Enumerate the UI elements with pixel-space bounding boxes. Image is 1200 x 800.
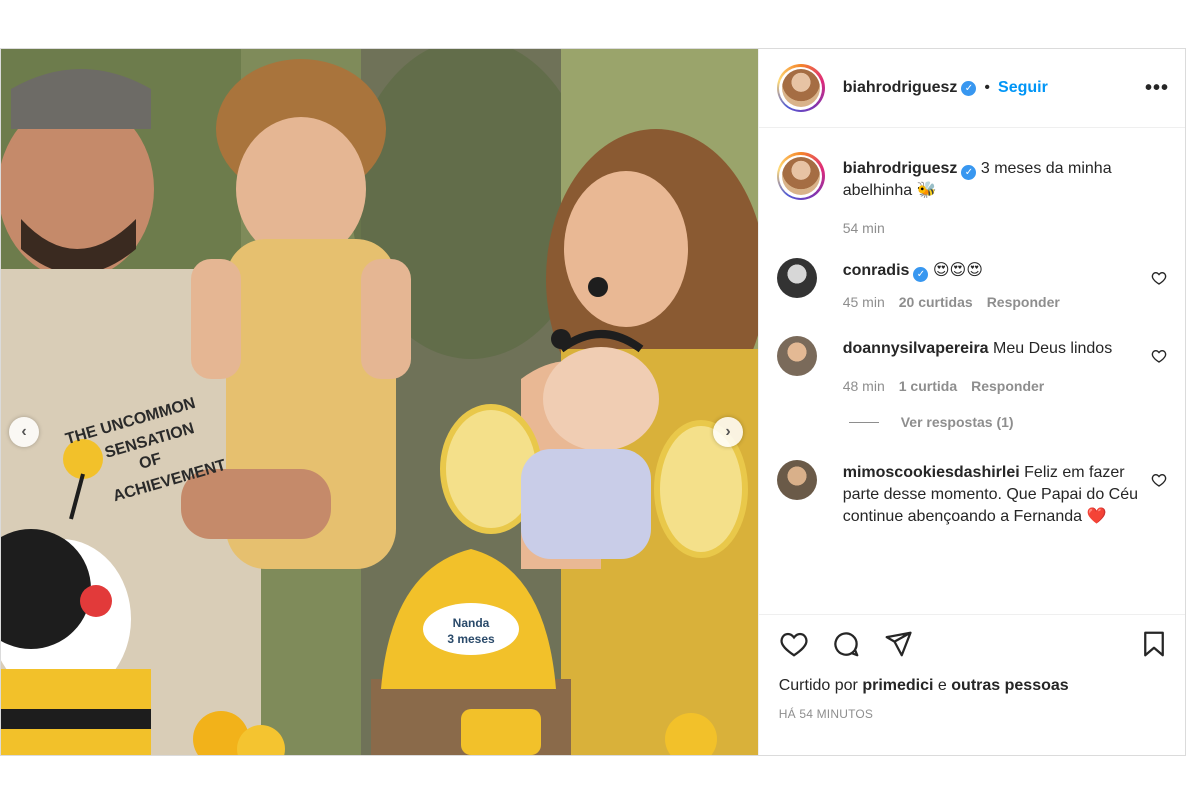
verified-badge-icon: ✓ bbox=[961, 165, 977, 180]
view-replies-button[interactable]: Ver respostas (1) bbox=[848, 414, 1169, 430]
caption: biahrodriguesz ✓ 3 meses da minha abelhin… bbox=[776, 152, 1169, 236]
share-send-icon[interactable] bbox=[883, 629, 913, 659]
like-comment-heart-icon[interactable] bbox=[1151, 472, 1167, 488]
reply-button[interactable]: Responder bbox=[971, 378, 1044, 394]
verified-badge-icon: ✓ bbox=[913, 267, 929, 282]
posted-time[interactable]: HÁ 54 MINUTOS bbox=[779, 707, 1169, 721]
separator-dot: • bbox=[984, 79, 991, 96]
cake-label-age: 3 meses bbox=[447, 632, 495, 646]
commenter-avatar[interactable] bbox=[776, 460, 817, 500]
comment-text: 😍😍😍 bbox=[932, 262, 983, 279]
chevron-right-icon: › bbox=[725, 423, 731, 440]
liked-by-prefix: Curtido por bbox=[778, 677, 858, 694]
caption-time[interactable]: 54 min bbox=[843, 220, 885, 236]
next-photo-button[interactable]: › bbox=[713, 417, 743, 447]
post-actions: Curtido por primedici e outras pessoas H… bbox=[758, 614, 1185, 755]
author-username[interactable]: biahrodriguesz bbox=[843, 79, 958, 97]
instagram-post: THE UNCOMMON SENSATION OF ACHIEVEMENT Na… bbox=[0, 48, 1186, 756]
comment-item: mimoscookiesdashirlei Feliz em fazer par… bbox=[776, 460, 1169, 528]
post-header: biahrodriguesz ✓ • Seguir ••• bbox=[758, 49, 1185, 128]
like-heart-icon[interactable] bbox=[779, 629, 809, 659]
comment-bubble-icon[interactable] bbox=[831, 629, 861, 659]
cake-label-name: Nanda bbox=[453, 616, 490, 630]
comments-list[interactable]: biahrodriguesz ✓ 3 meses da minha abelhin… bbox=[759, 128, 1185, 614]
commenter-username[interactable]: mimoscookiesdashirlei bbox=[843, 464, 1020, 481]
comment-likes[interactable]: 20 curtidas bbox=[899, 294, 973, 310]
liked-by-line: Curtido por primedici e outras pessoas bbox=[779, 677, 1169, 695]
save-bookmark-icon[interactable] bbox=[1139, 629, 1169, 659]
replies-divider bbox=[848, 421, 879, 423]
more-options-icon[interactable]: ••• bbox=[1145, 77, 1169, 100]
commenter-username[interactable]: doannysilvapereira bbox=[843, 340, 989, 357]
liked-by-user[interactable]: primedici bbox=[862, 677, 933, 694]
caption-username[interactable]: biahrodriguesz bbox=[843, 160, 958, 177]
commenter-avatar[interactable] bbox=[776, 258, 817, 298]
previous-photo-button[interactable]: ‹ bbox=[9, 417, 39, 447]
liked-by-mid: e bbox=[937, 677, 947, 694]
comment-text: Meu Deus lindos bbox=[993, 340, 1113, 357]
follow-button[interactable]: Seguir bbox=[998, 79, 1048, 97]
comment-time[interactable]: 45 min bbox=[843, 294, 885, 310]
comment-time[interactable]: 48 min bbox=[843, 378, 885, 394]
comment-item: conradis ✓ 😍😍😍 45 min 20 curtidas Respond… bbox=[776, 258, 1169, 310]
liked-by-others[interactable]: outras pessoas bbox=[951, 677, 1068, 694]
post-side-panel: biahrodriguesz ✓ • Seguir ••• biahrodrig… bbox=[757, 49, 1185, 755]
like-comment-heart-icon[interactable] bbox=[1151, 270, 1167, 286]
verified-badge-icon: ✓ bbox=[961, 80, 977, 96]
post-photo[interactable]: THE UNCOMMON SENSATION OF ACHIEVEMENT Na… bbox=[1, 49, 758, 755]
like-comment-heart-icon[interactable] bbox=[1151, 348, 1167, 364]
commenter-avatar[interactable] bbox=[776, 336, 817, 376]
view-replies-label: Ver respostas (1) bbox=[900, 414, 1014, 430]
caption-avatar[interactable] bbox=[776, 152, 825, 200]
reply-button[interactable]: Responder bbox=[987, 294, 1060, 310]
action-icons bbox=[779, 629, 1169, 659]
photo-illustration: THE UNCOMMON SENSATION OF ACHIEVEMENT Na… bbox=[1, 49, 758, 755]
author-avatar[interactable] bbox=[776, 64, 825, 112]
comment-likes[interactable]: 1 curtida bbox=[899, 378, 957, 394]
comment-item: doannysilvapereira Meu Deus lindos 48 mi… bbox=[776, 336, 1169, 394]
commenter-username[interactable]: conradis bbox=[843, 262, 910, 279]
chevron-left-icon: ‹ bbox=[21, 423, 27, 440]
